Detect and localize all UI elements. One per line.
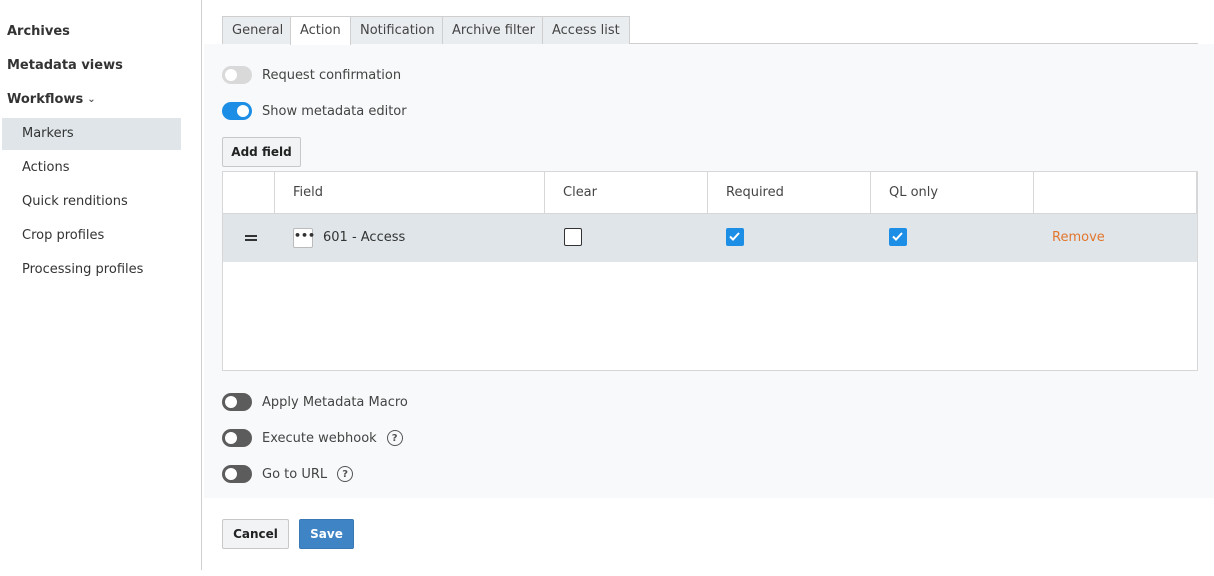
sidebar: Archives Metadata views Workflows ⌄ Marke… [0, 0, 202, 570]
table-header-actions [1034, 172, 1197, 214]
request-confirmation-row: Request confirmation [222, 64, 401, 86]
more-options-button[interactable]: ••• [293, 228, 315, 248]
checkmark-icon [729, 232, 740, 241]
go-to-url-label: Go to URL [262, 466, 328, 482]
apply-metadata-macro-label: Apply Metadata Macro [262, 394, 408, 410]
sidebar-item-workflows[interactable]: Workflows ⌄ [2, 84, 181, 116]
tab-action[interactable]: Action [290, 16, 351, 45]
table-header-clear: Clear [545, 172, 708, 214]
execute-webhook-toggle[interactable] [222, 429, 252, 447]
add-field-button[interactable]: Add field [222, 137, 301, 167]
table-row: ••• 601 - Access Remove [223, 214, 1197, 262]
required-checkbox[interactable] [726, 228, 744, 246]
sidebar-item-quick-renditions[interactable]: Quick renditions [2, 186, 181, 218]
apply-metadata-macro-toggle[interactable] [222, 393, 252, 411]
save-button[interactable]: Save [299, 519, 354, 549]
sidebar-item-crop-profiles[interactable]: Crop profiles [2, 220, 181, 252]
sidebar-item-markers[interactable]: Markers [2, 118, 181, 150]
request-confirmation-label: Request confirmation [262, 67, 402, 83]
table-header-required: Required [708, 172, 871, 214]
tab-archive-filter[interactable]: Archive filter [442, 16, 546, 44]
show-metadata-editor-label: Show metadata editor [262, 103, 407, 119]
go-to-url-toggle[interactable] [222, 465, 252, 483]
field-name: 601 - Access [323, 230, 406, 245]
execute-webhook-label: Execute webhook [262, 430, 377, 446]
tab-notification[interactable]: Notification [350, 16, 445, 44]
table-header-drag [223, 172, 275, 214]
tab-bar: General Action Notification Archive filt… [222, 16, 1198, 45]
show-metadata-editor-toggle[interactable] [222, 102, 252, 120]
clear-checkbox[interactable] [564, 228, 582, 246]
help-icon[interactable]: ? [386, 430, 403, 446]
execute-webhook-row: Execute webhook ? [222, 427, 403, 449]
cancel-button[interactable]: Cancel [222, 519, 289, 549]
table-header-field: Field [275, 172, 545, 214]
remove-link[interactable]: Remove [1052, 214, 1105, 262]
table-header-ql-only: QL only [871, 172, 1034, 214]
sidebar-item-archives[interactable]: Archives [2, 16, 181, 48]
sidebar-item-metadata-views[interactable]: Metadata views [2, 50, 181, 82]
help-icon[interactable]: ? [337, 466, 354, 482]
chevron-down-icon: ⌄ [87, 94, 96, 105]
sidebar-item-processing-profiles[interactable]: Processing profiles [2, 254, 181, 286]
sidebar-item-actions[interactable]: Actions [2, 152, 181, 184]
show-metadata-editor-row: Show metadata editor [222, 100, 407, 122]
request-confirmation-toggle[interactable] [222, 66, 252, 84]
fields-table: Field Clear Required QL only ••• 601 - A… [222, 171, 1198, 371]
apply-metadata-macro-row: Apply Metadata Macro [222, 391, 408, 413]
checkmark-icon [892, 232, 903, 241]
ql-only-checkbox[interactable] [889, 228, 907, 246]
drag-handle-icon[interactable] [245, 235, 257, 241]
go-to-url-row: Go to URL ? [222, 463, 354, 485]
tab-general[interactable]: General [222, 16, 294, 44]
tab-access-list[interactable]: Access list [542, 16, 630, 44]
